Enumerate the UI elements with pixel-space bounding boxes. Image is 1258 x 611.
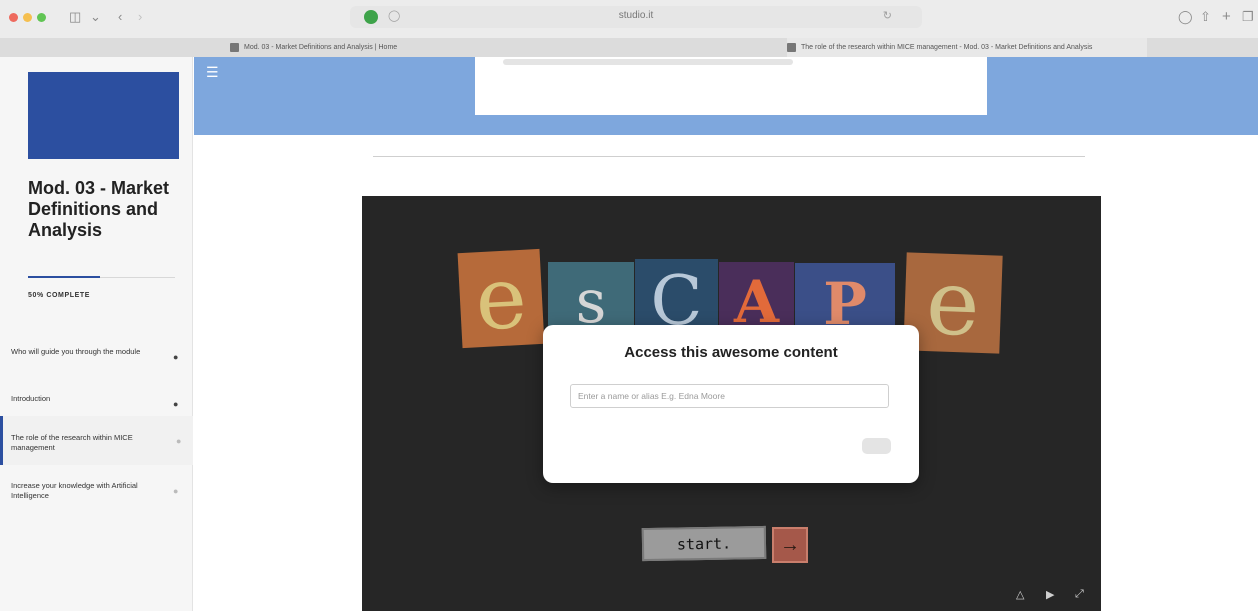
lesson-label: Increase your knowledge with Artificial …: [11, 481, 138, 500]
lesson-incomplete-icon: ●: [176, 436, 182, 446]
lesson-complete-icon: ●: [173, 352, 179, 362]
lesson-label: Who will guide you through the module: [11, 347, 141, 356]
forward-icon[interactable]: ›: [138, 8, 142, 26]
submit-button[interactable]: [862, 438, 891, 454]
tab-title: The role of the research within MICE man…: [801, 44, 1093, 51]
name-alias-input[interactable]: [570, 384, 889, 408]
share-icon[interactable]: ⇧: [1200, 8, 1211, 26]
sidebar-icon[interactable]: ◫: [69, 8, 81, 26]
new-tab-icon[interactable]: +: [1222, 8, 1231, 26]
close-window-button[interactable]: [9, 13, 18, 22]
minimize-window-button[interactable]: [23, 13, 32, 22]
reload-icon[interactable]: ↻: [883, 9, 892, 22]
tab-favicon-icon: [230, 43, 239, 52]
mute-icon[interactable]: △: [1016, 588, 1024, 601]
start-button[interactable]: start.: [641, 525, 767, 562]
download-icon[interactable]: ◯: [1178, 8, 1193, 26]
progress-bar-track: [100, 277, 175, 278]
sidebar-lesson-who-will-guide[interactable]: Who will guide you through the module ●: [0, 347, 193, 389]
url-text[interactable]: studio.it: [350, 10, 922, 21]
lesson-header-card: [475, 57, 987, 115]
lesson-label: The role of the research within MICE man…: [11, 433, 133, 452]
course-cover-image: [28, 72, 179, 159]
course-title: Mod. 03 - Market Definitions and Analysi…: [28, 178, 170, 240]
tab-title: Mod. 03 - Market Definitions and Analysi…: [244, 44, 398, 51]
modal-title: Access this awesome content: [624, 344, 838, 361]
tab-current-lesson[interactable]: The role of the research within MICE man…: [787, 38, 1147, 57]
fullscreen-icon[interactable]: ⤢: [1075, 588, 1084, 601]
lesson-complete-icon: ●: [173, 399, 179, 409]
progress-bar-fill: [28, 276, 100, 278]
tab-bar: Mod. 03 - Market Definitions and Analysi…: [0, 38, 1258, 57]
sidebar-lesson-artificial-intelligence[interactable]: Increase your knowledge with Artificial …: [0, 481, 193, 523]
course-sidebar: Mod. 03 - Market Definitions and Analysi…: [0, 57, 193, 611]
next-arrow-button[interactable]: →: [772, 527, 808, 563]
access-content-modal: Access this awesome content: [543, 325, 919, 483]
tab-overview-icon[interactable]: ❐: [1242, 8, 1254, 26]
progress-label: 50% COMPLETE: [28, 292, 91, 299]
tab-course-home[interactable]: Mod. 03 - Market Definitions and Analysi…: [230, 38, 610, 57]
zoom-window-button[interactable]: [37, 13, 46, 22]
back-icon[interactable]: ‹: [118, 8, 122, 26]
content-divider: [373, 156, 1085, 157]
escape-letter-tile: e: [457, 247, 545, 350]
address-bar[interactable]: ◯ studio.it ↻: [350, 6, 922, 28]
chevron-down-icon[interactable]: ⌄: [90, 8, 101, 26]
header-text-remnant: [503, 59, 793, 65]
lesson-incomplete-icon: ●: [173, 486, 179, 496]
browser-toolbar: ◫ ⌄ ‹ › ◯ studio.it ↻ ◯ ⇧ + ❐: [0, 0, 1258, 38]
tab-favicon-icon: [787, 43, 796, 52]
sidebar-lesson-role-of-research[interactable]: The role of the research within MICE man…: [0, 416, 193, 465]
play-icon[interactable]: ▶: [1046, 588, 1054, 601]
menu-icon[interactable]: ☰: [206, 64, 219, 81]
lesson-label: Introduction: [11, 394, 51, 403]
